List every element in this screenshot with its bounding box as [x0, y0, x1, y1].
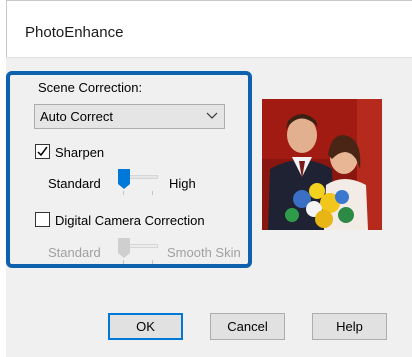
slider-tick [123, 191, 124, 195]
digital-camera-slider-thumb[interactable] [118, 238, 130, 258]
scene-correction-select[interactable]: Auto Correct [34, 104, 225, 129]
ok-button[interactable]: OK [108, 313, 183, 340]
sharpen-high-label: High [169, 176, 196, 191]
slider-tick [152, 191, 153, 195]
digital-camera-low-label: Standard [48, 245, 101, 260]
sharpen-low-label: Standard [48, 176, 101, 191]
digital-camera-slider[interactable] [118, 238, 158, 266]
sharpen-label: Sharpen [55, 145, 105, 160]
help-button[interactable]: Help [312, 313, 387, 340]
scene-correction-value: Auto Correct [40, 109, 113, 124]
digital-camera-high-label: Smooth Skin [167, 245, 241, 260]
digital-camera-correction-label: Digital Camera Correction [55, 213, 205, 228]
scene-correction-label: Scene Correction: [38, 80, 143, 95]
slider-tick [123, 260, 124, 264]
slider-tick [152, 260, 153, 264]
preview-photo [262, 99, 382, 230]
sharpen-checkbox[interactable] [35, 144, 50, 159]
digital-camera-correction-checkbox[interactable] [35, 212, 50, 227]
sharpen-slider[interactable] [118, 169, 158, 197]
cancel-button[interactable]: Cancel [210, 313, 285, 340]
dialog-title: PhotoEnhance [25, 24, 124, 41]
chevron-down-icon [206, 112, 218, 119]
sharpen-slider-thumb[interactable] [118, 169, 130, 189]
checkmark-icon [37, 146, 48, 157]
